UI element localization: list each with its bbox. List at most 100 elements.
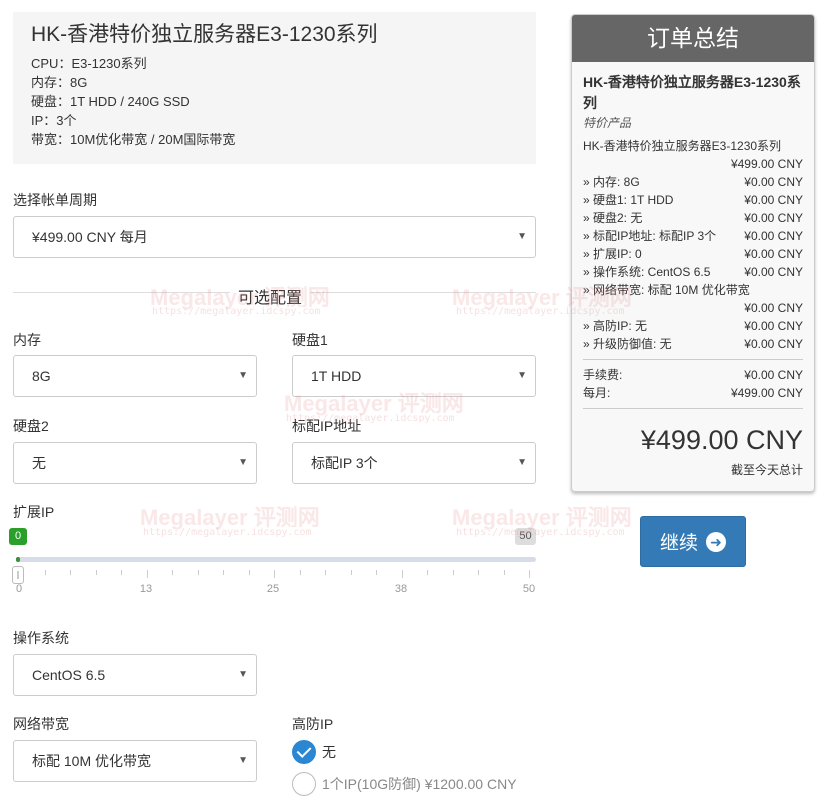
billing-cycle-select[interactable]: ¥499.00 CNY 每月 ▼	[13, 216, 536, 258]
bandwidth-value: 标配 10M 优化带宽	[32, 753, 152, 769]
summary-item-label: » 硬盘2: 无	[583, 211, 643, 225]
disk2-select[interactable]: 无 ▼	[13, 442, 257, 484]
slider-tick-minor	[376, 570, 377, 575]
slider-tick-minor	[503, 570, 505, 575]
slider-max-bubble: 50	[515, 528, 536, 545]
os-label: 操作系统	[13, 630, 69, 646]
total-amount: ¥499.00 CNY	[640, 425, 803, 455]
ddos-label: 高防IP	[292, 716, 334, 732]
bandwidth-select[interactable]: 标配 10M 优化带宽 ▼	[13, 740, 257, 782]
summary-item: » 高防IP: 无 ¥0.00 CNY	[583, 317, 803, 335]
slider-tick-major	[146, 570, 148, 578]
slider-tick-major	[529, 570, 530, 578]
summary-item: » 标配IP地址: 标配IP 3个 ¥0.00 CNY	[583, 227, 803, 245]
memory-select[interactable]: 8G ▼	[13, 355, 257, 397]
slider-tick-minor	[325, 570, 326, 575]
slider-tick-major	[274, 570, 275, 578]
summary-item-price: ¥0.00 CNY	[744, 337, 803, 351]
summary-item-price: ¥0.00 CNY	[744, 229, 803, 243]
summary-line-price-row: ¥499.00 CNY	[583, 155, 803, 173]
slider-tick-minor	[70, 570, 71, 575]
memory-value: 8G	[32, 368, 51, 384]
spec-cpu: CPU：E3-1230系列	[31, 56, 147, 71]
continue-label: 继续	[659, 533, 698, 554]
product-title: HK-香港特价独立服务器E3-1230系列	[31, 23, 378, 46]
disk1-select[interactable]: 1T HDD ▼	[292, 355, 536, 397]
summary-setup-fee-row: 手续费: ¥0.00 CNY	[583, 366, 803, 384]
total-note: 截至今天总计	[730, 463, 803, 477]
slider-tick-minor	[478, 570, 479, 575]
summary-product-group: 特价产品	[583, 116, 632, 130]
ddos-option-none[interactable]: 无	[292, 740, 336, 764]
bandwidth-label: 网络带宽	[13, 716, 69, 732]
order-summary-header: 订单总结	[572, 15, 814, 62]
summary-item-label: » 硬盘1: 1T HDD	[583, 193, 674, 207]
slider-tick-minor	[95, 570, 97, 575]
summary-item-label: » 高防IP: 无	[583, 319, 648, 333]
summary-item-label: » 升级防御值: 无	[583, 337, 672, 351]
summary-item: » 硬盘2: 无 ¥0.00 CNY	[583, 209, 803, 227]
summary-item: » 网络带宽: 标配 10M 优化带宽	[583, 281, 803, 299]
billing-cycle-label: 选择帐单周期	[13, 192, 97, 208]
slider-tick-minor	[452, 570, 454, 575]
continue-button[interactable]: 继续 ➜	[640, 516, 746, 567]
summary-item: » 操作系统: CentOS 6.5 ¥0.00 CNY	[583, 263, 803, 281]
ip-address-label: 标配IP地址	[292, 418, 362, 434]
summary-item: » 硬盘1: 1T HDD ¥0.00 CNY	[583, 191, 803, 209]
spec-bandwidth: 带宽：10M优化带宽 / 20M国际带宽	[31, 132, 236, 147]
slider-tick-major	[401, 570, 403, 578]
monthly-label: 每月:	[583, 386, 611, 400]
caret-down-icon: ▼	[238, 370, 248, 381]
os-select[interactable]: CentOS 6.5 ▼	[13, 654, 257, 696]
watermark-url: https://megalayer.idcspy.com	[143, 527, 312, 538]
billing-cycle-value: ¥499.00 CNY 每月	[32, 229, 148, 245]
summary-item-price: ¥0.00 CNY	[744, 265, 803, 279]
summary-item-price: ¥0.00 CNY	[744, 319, 803, 333]
slider-tick-minor	[223, 570, 224, 575]
caret-down-icon: ▼	[517, 457, 527, 468]
summary-item-label: » 网络带宽: 标配 10M 优化带宽	[583, 283, 750, 297]
extra-ip-label: 扩展IP	[13, 504, 55, 520]
summary-item-price: ¥0.00 CNY	[744, 247, 803, 261]
slider-tick-minor	[197, 570, 199, 575]
tick-label: 0	[15, 583, 23, 595]
summary-item: » 内存: 8G ¥0.00 CNY	[583, 173, 803, 191]
caret-down-icon: ▼	[238, 755, 248, 766]
extra-ip-slider-fill	[16, 557, 20, 562]
summary-item-price: ¥0.00 CNY	[744, 175, 803, 189]
optional-config-title: 可选配置	[230, 284, 311, 308]
extra-ip-slider-handle[interactable]	[12, 566, 24, 584]
slider-tick-minor	[299, 570, 301, 575]
arrow-circle-right-icon: ➜	[706, 531, 726, 552]
spec-disk: 硬盘：1T HDD / 240G SSD	[31, 94, 190, 109]
caret-down-icon: ▼	[238, 669, 248, 680]
watermark-url: https://megalayer.idcspy.com	[456, 527, 625, 538]
disk1-value: 1T HDD	[311, 368, 362, 384]
summary-item-price: ¥0.00 CNY	[744, 211, 803, 225]
slider-value-bubble: 0	[9, 528, 27, 545]
os-value: CentOS 6.5	[32, 667, 106, 683]
summary-line-price: ¥499.00 CNY	[730, 157, 803, 171]
radio-circle-icon[interactable]	[292, 772, 316, 796]
tick-label: 13	[139, 583, 153, 595]
setup-fee-label: 手续费:	[583, 368, 623, 382]
check-icon[interactable]	[292, 740, 316, 764]
summary-item-price: ¥0.00 CNY	[744, 193, 803, 207]
extra-ip-slider-track[interactable]	[16, 557, 536, 562]
slider-tick-minor	[44, 570, 46, 575]
ip-address-value: 标配IP 3个	[311, 455, 378, 471]
summary-line-name-row: HK-香港特价独立服务器E3-1230系列	[583, 137, 803, 155]
summary-item: » 升级防御值: 无 ¥0.00 CNY	[583, 335, 803, 353]
summary-item: » 扩展IP: 0 ¥0.00 CNY	[583, 245, 803, 263]
summary-line-name: HK-香港特价独立服务器E3-1230系列	[583, 139, 782, 153]
disk1-label: 硬盘1	[292, 332, 328, 348]
ddos-option-label: 1个IP(10G防御) ¥1200.00 CNY	[322, 776, 517, 792]
tick-label: 25	[266, 583, 280, 595]
tick-label: 50	[522, 583, 536, 595]
slider-tick-minor	[121, 570, 122, 575]
ddos-option-10g[interactable]: 1个IP(10G防御) ¥1200.00 CNY	[292, 772, 517, 796]
ip-address-select[interactable]: 标配IP 3个 ▼	[292, 442, 536, 484]
product-info-box: HK-香港特价独立服务器E3-1230系列 CPU：E3-1230系列 内存：8…	[13, 12, 536, 164]
setup-fee-value: ¥0.00 CNY	[744, 368, 803, 382]
summary-item-label: » 标配IP地址: 标配IP 3个	[583, 229, 717, 243]
